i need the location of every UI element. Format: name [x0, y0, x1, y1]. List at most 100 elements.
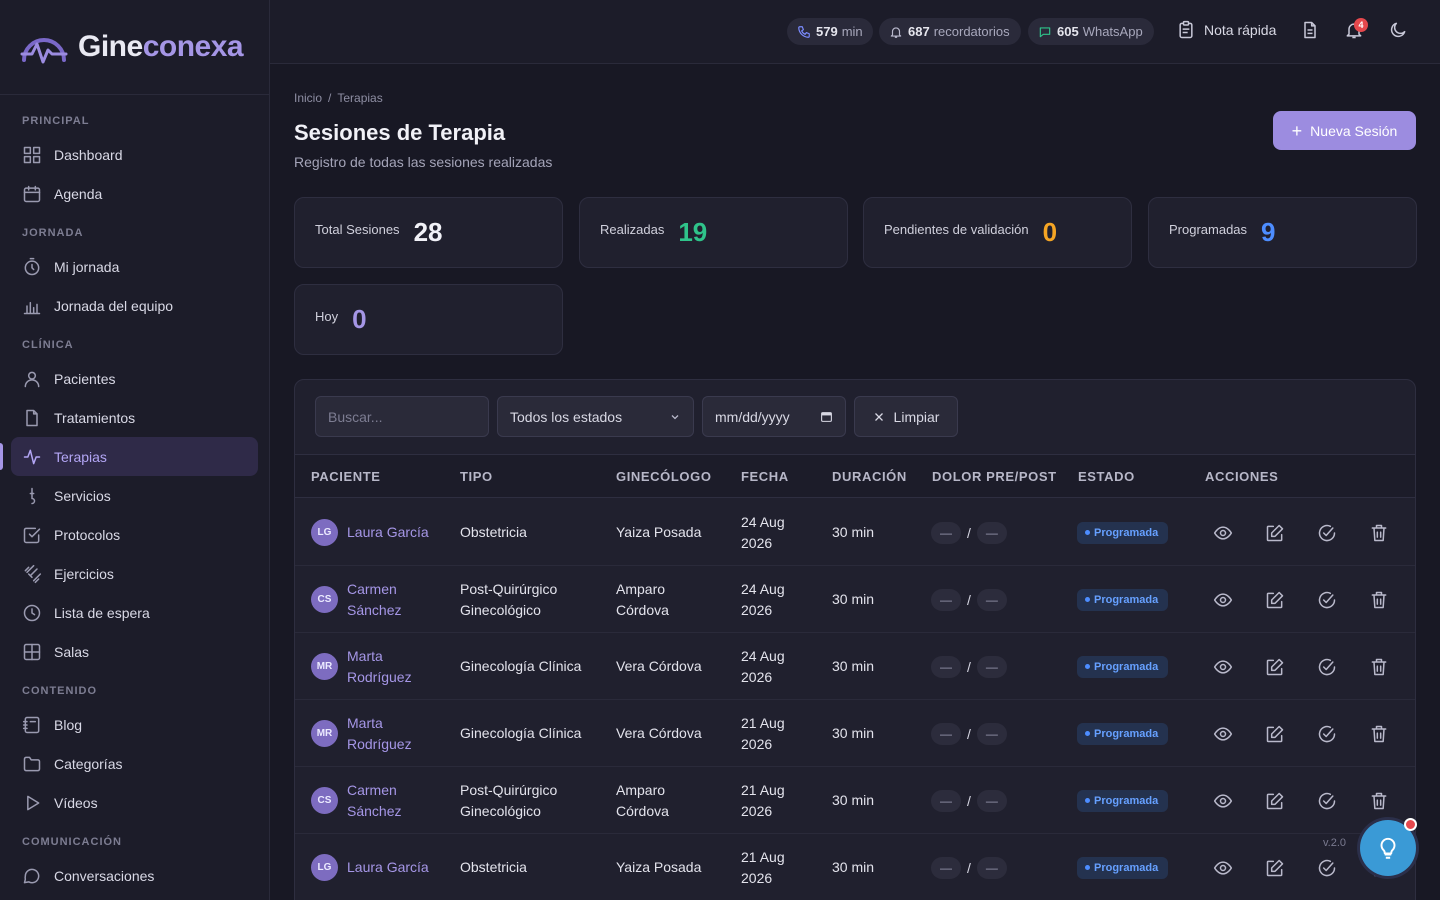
documents-button[interactable]: [1300, 20, 1320, 40]
view-button[interactable]: [1213, 724, 1233, 744]
sidebar-item-pacientes[interactable]: Pacientes: [11, 359, 258, 398]
date-input[interactable]: mm/dd/yyyy: [702, 396, 846, 437]
edit-button[interactable]: [1265, 523, 1285, 543]
validate-button[interactable]: [1317, 858, 1337, 878]
sidebar-item-blog[interactable]: Blog: [11, 705, 258, 744]
sidebar-item-dashboard[interactable]: Dashboard: [11, 135, 258, 174]
table-row[interactable]: CS Carmen Sánchez Post-Quirúrgico Ginecoló…: [295, 566, 1415, 633]
sidebar-item-label: Categorías: [54, 755, 123, 772]
patient-name-link[interactable]: Marta Rodríguez: [347, 646, 412, 688]
view-button[interactable]: [1213, 858, 1233, 878]
patient-name-link[interactable]: Carmen Sánchez: [347, 780, 401, 822]
view-button[interactable]: [1213, 523, 1233, 543]
column-header-date[interactable]: FECHA: [741, 469, 789, 484]
validate-button[interactable]: [1317, 590, 1337, 610]
patient-name-link[interactable]: Laura García: [347, 857, 429, 878]
brand-logo[interactable]: Gineconexa: [0, 0, 269, 95]
session-duration: 30 min: [832, 658, 875, 674]
patient-name-link-line: Sánchez: [347, 802, 402, 819]
sidebar-item-ejercicios[interactable]: Ejercicios: [11, 554, 258, 593]
validate-button[interactable]: [1317, 791, 1337, 811]
main-content: Inicio / Terapias Sesiones de Terapia Regi…: [270, 64, 1440, 900]
edit-button[interactable]: [1265, 724, 1285, 744]
pain-pre-post: — / —: [931, 789, 1007, 812]
patient-name-link[interactable]: Marta Rodríguez: [347, 713, 412, 755]
play-icon: [22, 793, 42, 813]
clear-filters-button[interactable]: Limpiar: [854, 396, 958, 437]
delete-button[interactable]: [1369, 724, 1389, 744]
patient-name-link[interactable]: Laura García: [347, 522, 429, 543]
gynecologist-name-line: Amparo: [616, 580, 666, 597]
calls-minutes-pill[interactable]: 579 min: [787, 18, 873, 45]
whatsapp-pill[interactable]: 605 WhatsApp: [1028, 18, 1154, 45]
column-header-status[interactable]: ESTADO: [1078, 469, 1135, 484]
sidebar-item-jornada-del-equipo[interactable]: Jornada del equipo: [11, 286, 258, 325]
search-input[interactable]: Buscar...: [315, 396, 489, 437]
edit-button[interactable]: [1265, 657, 1285, 677]
delete-button[interactable]: [1369, 590, 1389, 610]
sidebar-item-mi-jornada[interactable]: Mi jornada: [11, 247, 258, 286]
new-session-button[interactable]: + Nueva Sesión: [1273, 111, 1416, 150]
edit-button[interactable]: [1265, 791, 1285, 811]
nav-section-jornada: JORNADA: [22, 227, 84, 239]
breadcrumb-home[interactable]: Inicio: [294, 91, 322, 105]
sidebar-item-servicios[interactable]: Servicios: [11, 476, 258, 515]
session-type: Ginecología Clínica: [460, 656, 581, 677]
sidebar-item-videos[interactable]: Vídeos: [11, 783, 258, 822]
gynecologist-name-line: Vera Córdova: [616, 658, 702, 674]
edit-button[interactable]: [1265, 590, 1285, 610]
edit-button[interactable]: [1265, 858, 1285, 878]
reminders-pill[interactable]: 687 recordatorios: [879, 18, 1021, 45]
clipboard-icon: [1179, 20, 1193, 39]
column-header-type[interactable]: TIPO: [460, 469, 493, 484]
status-select[interactable]: Todos los estados: [497, 396, 694, 437]
session-date: 21 Aug 2026: [741, 713, 785, 755]
sidebar-item-categorias[interactable]: Categorías: [11, 744, 258, 783]
delete-button[interactable]: [1369, 523, 1389, 543]
pain-separator: /: [967, 658, 971, 675]
session-type-line: Ginecología Clínica: [460, 658, 582, 674]
table-row[interactable]: MR Marta Rodríguez Ginecología Clínica Ve…: [295, 633, 1415, 700]
delete-button[interactable]: [1369, 657, 1389, 677]
sidebar-item-salas[interactable]: Salas: [11, 632, 258, 671]
trash-icon: [1371, 725, 1387, 742]
view-button[interactable]: [1213, 791, 1233, 811]
sidebar-item-lista-de-espera[interactable]: Lista de espera: [11, 593, 258, 632]
version-label: v.2.0: [1323, 837, 1347, 849]
table-row[interactable]: MR Marta Rodríguez Ginecología Clínica Ve…: [295, 700, 1415, 767]
column-header-pain[interactable]: DOLOR PRE/POST: [932, 469, 1057, 484]
validate-button[interactable]: [1317, 724, 1337, 744]
avatar: MR: [311, 653, 338, 680]
message-icon: [1039, 26, 1051, 37]
table-row[interactable]: CS Carmen Sánchez Post-Quirúrgico Ginecoló…: [295, 767, 1415, 834]
theme-toggle-button[interactable]: [1388, 20, 1408, 40]
gynecologist-name-line: Córdova: [616, 601, 669, 618]
notifications-button[interactable]: 4: [1344, 18, 1368, 40]
sidebar-item-conversaciones[interactable]: Conversaciones: [11, 856, 258, 895]
view-button[interactable]: [1213, 590, 1233, 610]
sidebar-item-tratamientos[interactable]: Tratamientos: [11, 398, 258, 437]
stat-value: 0: [352, 304, 367, 334]
nav-section-principal: PRINCIPAL: [22, 115, 90, 127]
table-row[interactable]: LG Laura García Obstetricia Yaiza Posada…: [295, 834, 1415, 900]
validate-button[interactable]: [1317, 523, 1337, 543]
quick-note-button[interactable]: Nota rápida: [1176, 20, 1276, 40]
session-type-line: Ginecología Clínica: [460, 725, 582, 741]
table-row[interactable]: LG Laura García Obstetricia Yaiza Posada…: [295, 499, 1415, 566]
patient-name-link-line: Rodríguez: [347, 735, 412, 752]
sidebar-item-label: Ejercicios: [54, 565, 114, 582]
sidebar-item-terapias[interactable]: Terapias: [0, 437, 258, 476]
patient-name-link[interactable]: Carmen Sánchez: [347, 579, 401, 621]
column-header-patient[interactable]: PACIENTE: [311, 469, 381, 484]
session-type-line: Obstetricia: [460, 524, 527, 540]
gynecologist-name: Amparo Córdova: [616, 579, 669, 621]
view-button[interactable]: [1213, 657, 1233, 677]
session-date-line: 2026: [741, 668, 773, 685]
sidebar-item-agenda[interactable]: Agenda: [11, 174, 258, 213]
delete-button[interactable]: [1369, 791, 1389, 811]
column-header-gynecologist[interactable]: GINECÓLOGO: [616, 469, 712, 484]
table-header: PACIENTE TIPO GINECÓLOGO FECHA DURACIÓN …: [295, 454, 1415, 498]
column-header-duration[interactable]: DURACIÓN: [832, 469, 907, 484]
sidebar-item-protocolos[interactable]: Protocolos: [11, 515, 258, 554]
validate-button[interactable]: [1317, 657, 1337, 677]
